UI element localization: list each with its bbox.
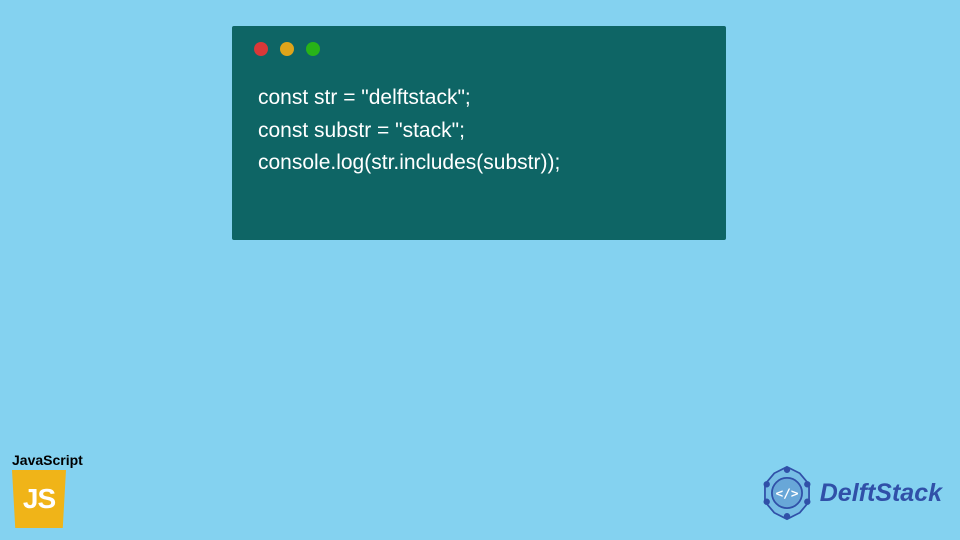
code-line: const substr = "stack"; xyxy=(258,115,700,148)
minimize-dot-icon xyxy=(280,42,294,56)
javascript-logo-icon: JS xyxy=(12,470,66,528)
javascript-logo-text: JS xyxy=(23,483,55,515)
close-dot-icon xyxy=(254,42,268,56)
brand-name: DelftStack xyxy=(820,479,942,508)
javascript-label: JavaScript xyxy=(12,452,83,468)
javascript-badge: JavaScript JS xyxy=(12,452,83,528)
code-window: const str = "delftstack"; const substr =… xyxy=(232,26,726,240)
code-line: console.log(str.includes(substr)); xyxy=(258,147,700,180)
window-controls xyxy=(232,26,726,72)
brand-badge: </> DelftStack xyxy=(758,464,942,522)
code-line: const str = "delftstack"; xyxy=(258,82,700,115)
code-content: const str = "delftstack"; const substr =… xyxy=(232,72,726,190)
brand-logo-icon: </> xyxy=(758,464,816,522)
maximize-dot-icon xyxy=(306,42,320,56)
svg-text:</>: </> xyxy=(775,487,798,502)
